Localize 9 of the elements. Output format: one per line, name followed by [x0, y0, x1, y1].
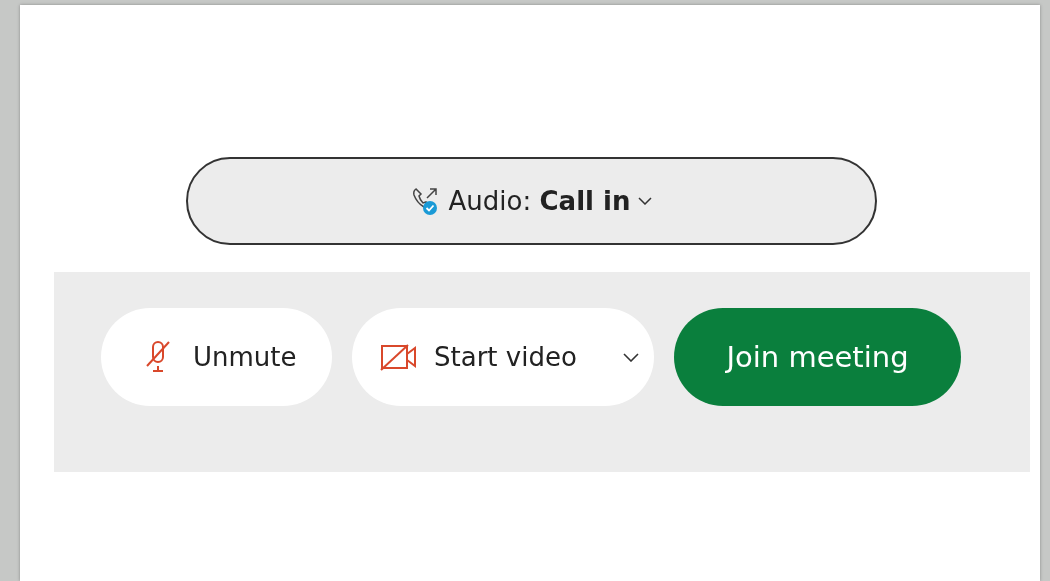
phone-check-icon — [410, 186, 439, 216]
audio-button[interactable]: Audio: Call in — [186, 157, 877, 245]
video-off-icon — [380, 343, 418, 371]
chevron-down-icon — [622, 352, 639, 362]
muted-microphone-icon — [145, 339, 171, 375]
start-video-button[interactable]: Start video — [352, 308, 654, 406]
unmute-button[interactable]: Unmute — [101, 308, 332, 406]
join-meeting-button[interactable]: Join meeting — [674, 308, 961, 406]
chevron-down-icon — [638, 197, 653, 205]
